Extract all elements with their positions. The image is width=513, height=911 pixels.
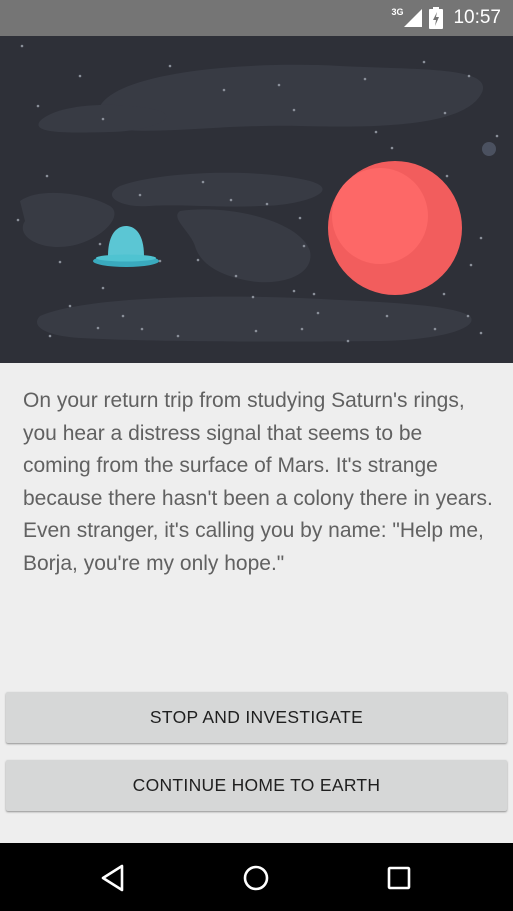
network-type: 3G: [391, 7, 404, 17]
home-icon[interactable]: [240, 862, 272, 894]
status-bar: 3G 10:57: [0, 0, 513, 36]
clock: 10:57: [453, 7, 501, 28]
recents-icon[interactable]: [383, 862, 415, 894]
story-text: On your return trip from studying Saturn…: [23, 389, 493, 575]
stop-and-investigate-button[interactable]: STOP AND INVESTIGATE: [6, 692, 507, 743]
space-scene: [16, 44, 499, 343]
continue-home-button[interactable]: CONTINUE HOME TO EARTH: [6, 760, 507, 811]
moon-icon: [482, 142, 496, 156]
battery-icon: [429, 7, 444, 29]
navigation-bar: [0, 843, 513, 911]
signal-icon: [404, 9, 423, 27]
back-icon[interactable]: [98, 862, 130, 894]
status-icons: 3G 10:57: [391, 0, 501, 36]
ufo-icon: [93, 226, 159, 267]
hero-illustration: [0, 36, 513, 363]
mars-planet-icon: [328, 161, 462, 295]
